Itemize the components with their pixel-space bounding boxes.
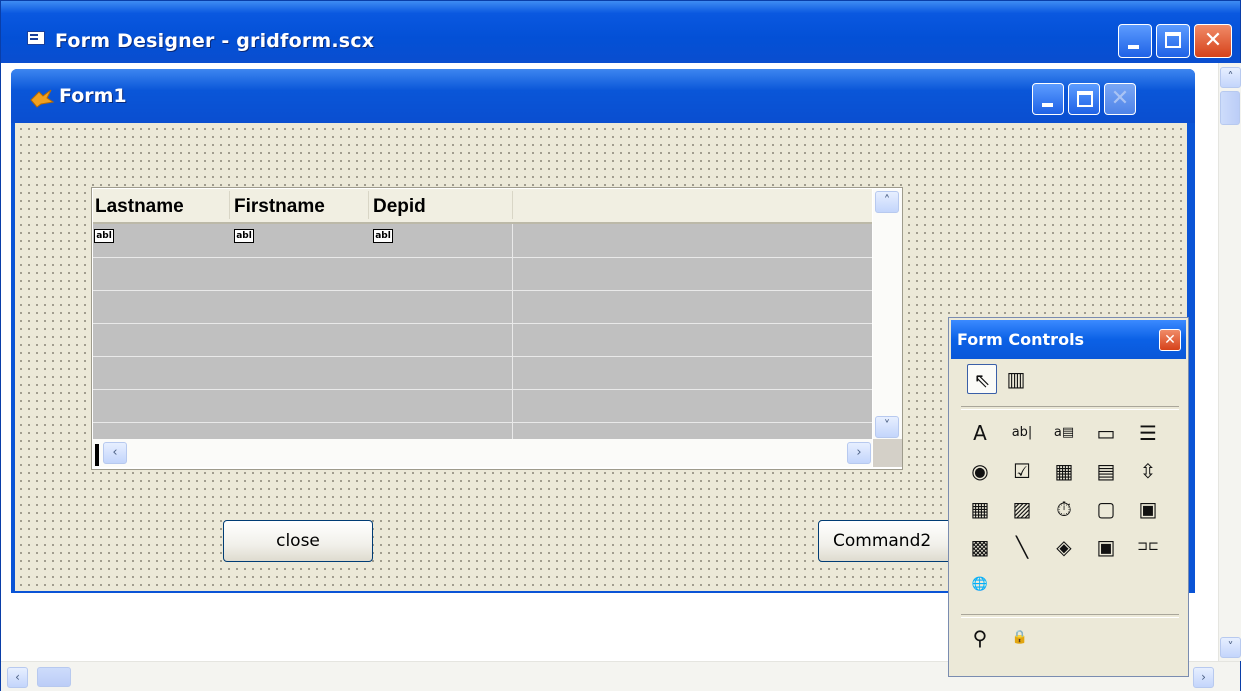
maximize-icon — [1165, 32, 1181, 48]
form-controls-toolbar: Form Controls ✕ ⇖ ▥ Aab| a▤ ▭ ☰ ◉ ☑ ▦ ▤ ⇳ ▦ ▨ ⏱ ▢ ▣ ▩ ╲ ◈… — [948, 317, 1189, 677]
row-gridline — [93, 356, 872, 357]
close-window-button[interactable]: ✕ — [1194, 24, 1232, 58]
ole-container-icon[interactable]: ▣ — [1133, 494, 1163, 524]
ole-bound-icon[interactable]: ▩ — [965, 532, 995, 562]
separator-icon[interactable]: ⊐⊏ — [1133, 532, 1163, 562]
column-divider[interactable] — [229, 191, 230, 219]
scroll-up-icon[interactable]: ˄ — [1220, 67, 1241, 88]
option-group-icon[interactable]: ◉ — [965, 456, 995, 486]
designer-vertical-scrollbar[interactable]: ˄ ˅ — [1218, 63, 1241, 661]
column-divider[interactable] — [512, 191, 513, 219]
close-command-button[interactable]: close — [223, 520, 373, 562]
textbox-control-depid[interactable]: abl — [373, 229, 393, 243]
row-gridline — [93, 323, 872, 324]
image-icon[interactable]: ▨ — [1007, 494, 1037, 524]
line-icon[interactable]: ╲ — [1007, 532, 1037, 562]
form-controls-close-button[interactable]: ✕ — [1159, 329, 1181, 351]
lock-icon[interactable]: 🔒 — [1005, 623, 1035, 653]
hyperlink-icon[interactable]: 🌐 — [965, 570, 995, 600]
scroll-right-icon[interactable]: › — [1193, 667, 1214, 688]
grid-icon[interactable]: ▦ — [965, 494, 995, 524]
form-designer-window: Form Designer - gridform.scx ✕ Form1 ✕ L… — [0, 0, 1241, 691]
column-header-firstname[interactable]: Firstname — [234, 196, 325, 218]
minimize-icon — [1128, 45, 1139, 49]
textbox-control-lastname[interactable]: abl — [94, 229, 114, 243]
grid-body[interactable]: abl abl abl — [93, 224, 872, 439]
horizontal-scroll-thumb[interactable] — [37, 667, 71, 687]
label-icon[interactable]: A — [965, 418, 995, 448]
command-button-icon[interactable]: ▭ — [1091, 418, 1121, 448]
row-gridline — [93, 389, 872, 390]
row-gridline — [93, 422, 872, 423]
form1-minimize-button[interactable] — [1032, 83, 1064, 115]
grid-header: Lastname Firstname Depid — [93, 189, 872, 224]
textbox-control-firstname[interactable]: abl — [234, 229, 254, 243]
close-icon: ✕ — [1203, 28, 1223, 53]
minimize-icon — [1042, 103, 1053, 107]
combobox-icon[interactable]: ▦ — [1049, 456, 1079, 486]
toolbar-divider — [961, 614, 1179, 618]
editbox-icon[interactable]: a▤ — [1049, 418, 1079, 448]
checkbox-icon[interactable]: ☑ — [1007, 456, 1037, 486]
form-designer-titlebar[interactable]: Form Designer - gridform.scx ✕ — [1, 1, 1240, 63]
grid-scroll-right-icon[interactable]: › — [847, 442, 871, 464]
command2-button[interactable]: Command2 — [818, 520, 968, 562]
column-header-lastname[interactable]: Lastname — [95, 196, 184, 218]
grid-scroll-down-icon[interactable]: ˅ — [875, 416, 899, 438]
form-controls-title: Form Controls — [957, 330, 1085, 349]
grid-control[interactable]: Lastname Firstname Depid abl abl abl ˄ ˅… — [91, 187, 903, 470]
vertical-scroll-thumb[interactable] — [1220, 91, 1240, 125]
shape-icon[interactable]: ◈ — [1049, 532, 1079, 562]
grid-vertical-scrollbar[interactable]: ˄ ˅ — [873, 189, 902, 439]
row-gridline — [93, 257, 872, 258]
builder-lock-icon[interactable]: ⚲ — [965, 623, 995, 653]
timer-icon[interactable]: ⏱ — [1049, 494, 1079, 524]
container-icon[interactable]: ▣ — [1091, 532, 1121, 562]
column-divider[interactable] — [368, 191, 369, 219]
toolbar-divider — [961, 406, 1179, 410]
pageframe-icon[interactable]: ▢ — [1091, 494, 1121, 524]
pointer-icon[interactable]: ⇖ — [967, 364, 997, 394]
minimize-button[interactable] — [1118, 24, 1152, 58]
maximize-button[interactable] — [1156, 24, 1190, 58]
listbox-icon[interactable]: ▤ — [1091, 456, 1121, 486]
form1-close-button[interactable]: ✕ — [1104, 83, 1136, 115]
command-group-icon[interactable]: ☰ — [1133, 418, 1163, 448]
foxpro-icon — [30, 89, 55, 108]
window-title: Form Designer - gridform.scx — [55, 30, 375, 52]
form1-maximize-button[interactable] — [1068, 83, 1100, 115]
row-gridline — [93, 290, 872, 291]
form1-title: Form1 — [59, 85, 127, 107]
grid-horizontal-scrollbar[interactable]: ‹ › — [93, 439, 872, 467]
maximize-icon — [1077, 91, 1093, 107]
grid-scroll-left-icon[interactable]: ‹ — [103, 442, 127, 464]
grid-split-bar[interactable] — [95, 444, 99, 466]
form-designer-icon — [27, 31, 45, 45]
form1-titlebar[interactable]: Form1 ✕ — [11, 69, 1195, 123]
textbox-icon[interactable]: ab| — [1007, 418, 1037, 448]
view-classes-icon[interactable]: ▥ — [1001, 364, 1031, 394]
scroll-left-icon[interactable]: ‹ — [7, 667, 28, 688]
column-header-depid[interactable]: Depid — [373, 196, 426, 218]
form-controls-titlebar[interactable]: Form Controls ✕ — [951, 320, 1186, 359]
grid-scroll-up-icon[interactable]: ˄ — [875, 191, 899, 213]
scroll-down-icon[interactable]: ˅ — [1220, 637, 1241, 658]
close-icon: ✕ — [1110, 86, 1130, 111]
spinner-icon[interactable]: ⇳ — [1133, 456, 1163, 486]
grid-scroll-corner — [873, 439, 902, 467]
